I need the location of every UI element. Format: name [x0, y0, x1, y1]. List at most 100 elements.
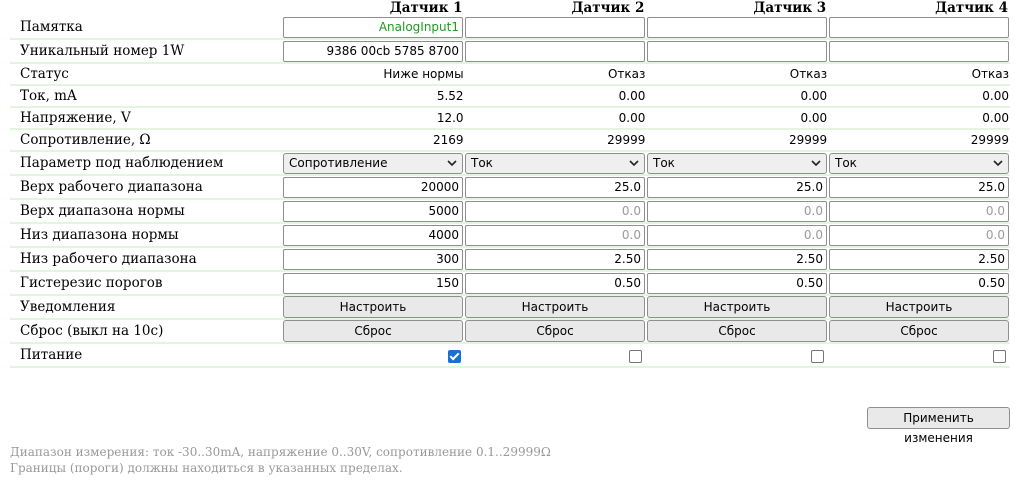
sensor-2-low-norm-input[interactable]: [465, 224, 645, 246]
notif-row: Уведомления Настроить Настроить Настроит…: [10, 296, 1010, 320]
sensor-1-resistance: 2169: [433, 133, 464, 147]
hyst-row: Гистерезис порогов: [10, 272, 1010, 296]
low-work-row: Низ рабочего диапазона: [10, 248, 1010, 272]
hyst-label: Гистерезис порогов: [20, 275, 163, 291]
sensor-2-top-norm-input[interactable]: [465, 200, 645, 222]
sensor-4-low-norm-input[interactable]: [829, 224, 1009, 246]
sensor-1-reset-button[interactable]: Сброс: [283, 320, 463, 342]
low-work-label: Низ рабочего диапазона: [20, 251, 197, 267]
sensor-2-param-select[interactable]: Ток: [465, 152, 645, 174]
sensor-1-status: Ниже нормы: [383, 67, 464, 81]
sensor-1-top-work-input[interactable]: [283, 176, 463, 198]
resistance-label: Сопротивление, Ω: [20, 132, 151, 148]
memo-row: Памятка: [10, 16, 1010, 40]
power-label: Питание: [20, 347, 83, 363]
sensor-4-param-value: Ток: [835, 156, 857, 170]
sensor-3-hyst-input[interactable]: [647, 272, 827, 294]
sensor-3-top-work-input[interactable]: [647, 176, 827, 198]
sensor-4-configure-button[interactable]: Настроить: [829, 296, 1009, 318]
header-row: Датчик 1 Датчик 2 Датчик 3 Датчик 4: [10, 0, 1010, 16]
sensor-4-hyst-input[interactable]: [829, 272, 1009, 294]
sensor-2-power-checkbox[interactable]: [629, 349, 643, 363]
sensor-2-top-work-input[interactable]: [465, 176, 645, 198]
sensor-3-resistance: 29999: [788, 133, 828, 147]
sensor-3-power-checkbox[interactable]: [811, 349, 825, 363]
sensor-4-current: 0.00: [982, 89, 1009, 103]
reset-row: Сброс (выкл на 10с) Сброс Сброс Сброс Сб…: [10, 320, 1010, 344]
sensor-4-top-norm-input[interactable]: [829, 200, 1009, 222]
sensor-3-memo-input[interactable]: [647, 16, 827, 38]
sensor-4-low-work-input[interactable]: [829, 248, 1009, 270]
sensor-3-voltage: 0.00: [800, 111, 828, 125]
sensor-4-resistance: 29999: [970, 133, 1009, 147]
sensor-1-low-work-input[interactable]: [283, 248, 463, 270]
sensor-4-power-checkbox[interactable]: [992, 349, 1006, 363]
sensor-3-param-select[interactable]: Ток: [647, 152, 827, 174]
sensor-2-reset-button[interactable]: Сброс: [465, 320, 645, 342]
voltage-row: Напряжение, V 12.0 0.00 0.00 0.00: [10, 108, 1010, 130]
chevron-down-icon: [993, 160, 1003, 167]
chevron-down-icon: [447, 160, 457, 167]
reset-label: Сброс (выкл на 10с): [20, 323, 164, 339]
sensor-3-top-norm-input[interactable]: [647, 200, 827, 222]
sensor-2-status: Отказ: [607, 67, 646, 81]
sensor-2-uid-input[interactable]: [465, 40, 645, 62]
top-norm-row: Верх диапазона нормы: [10, 200, 1010, 224]
current-label: Ток, mA: [20, 88, 77, 104]
sensor-4-reset-button[interactable]: Сброс: [829, 320, 1009, 342]
sensor-1-memo-input[interactable]: [283, 16, 463, 38]
sensor-2-resistance: 29999: [607, 133, 646, 147]
sensor-1-voltage: 12.0: [436, 111, 464, 125]
chevron-down-icon: [811, 160, 821, 167]
sensor-1-uid-input[interactable]: [283, 40, 463, 62]
measure-range-note: Диапазон измерения: ток -30..30mA, напря…: [10, 445, 551, 459]
resistance-row: Сопротивление, Ω 2169 29999 29999 29999: [10, 130, 1010, 152]
sensor-3-status: Отказ: [789, 67, 828, 81]
param-row: Параметр под наблюдением Сопротивление Т…: [10, 152, 1010, 176]
sensor-4-top-work-input[interactable]: [829, 176, 1009, 198]
voltage-label: Напряжение, V: [20, 110, 131, 126]
sensor-1-current: 5.52: [436, 89, 464, 103]
sensor-3-reset-button[interactable]: Сброс: [647, 320, 827, 342]
sensor-4-param-select[interactable]: Ток: [829, 152, 1009, 174]
sensor-1-hyst-input[interactable]: [283, 272, 463, 294]
current-row: Ток, mA 5.52 0.00 0.00 0.00: [10, 86, 1010, 108]
sensor-4-voltage: 0.00: [982, 111, 1009, 125]
sensor-4-uid-input[interactable]: [829, 40, 1009, 62]
sensor-1-configure-button[interactable]: Настроить: [283, 296, 463, 318]
sensor-4-memo-input[interactable]: [829, 16, 1009, 38]
apply-changes-button[interactable]: Применить изменения: [867, 407, 1010, 445]
power-row: Питание: [10, 344, 1010, 368]
sensor-3-low-work-input[interactable]: [647, 248, 827, 270]
status-label: Статус: [20, 66, 69, 82]
sensor-3-configure-button[interactable]: Настроить: [647, 296, 827, 318]
uid-label: Уникальный номер 1W: [20, 43, 185, 59]
sensor-2-memo-input[interactable]: [465, 16, 645, 38]
sensor-1-top-norm-input[interactable]: [283, 200, 463, 222]
sensor-1-low-norm-input[interactable]: [283, 224, 463, 246]
sensor-4-status: Отказ: [971, 67, 1009, 81]
sensor-2-configure-button[interactable]: Настроить: [465, 296, 645, 318]
sensor-1-param-select[interactable]: Сопротивление: [283, 152, 463, 174]
status-row: Статус Ниже нормы Отказ Отказ Отказ: [10, 64, 1010, 86]
low-norm-row: Низ диапазона нормы: [10, 224, 1010, 248]
param-label: Параметр под наблюдением: [20, 155, 224, 171]
notif-label: Уведомления: [20, 299, 116, 315]
sensor-1-power-checkbox[interactable]: [447, 349, 461, 363]
sensor-3-low-norm-input[interactable]: [647, 224, 827, 246]
sensor-1-param-value: Сопротивление: [289, 156, 388, 170]
chevron-down-icon: [629, 160, 639, 167]
sensor-2-param-value: Ток: [471, 156, 493, 170]
sensor-table: Датчик 1 Датчик 2 Датчик 3 Датчик 4 Памя…: [10, 0, 1010, 368]
uid-row: Уникальный номер 1W: [10, 40, 1010, 64]
sensor-2-low-work-input[interactable]: [465, 248, 645, 270]
memo-label: Памятка: [20, 19, 83, 35]
top-work-row: Верх рабочего диапазона: [10, 176, 1010, 200]
sensor-2-hyst-input[interactable]: [465, 272, 645, 294]
sensor-2-voltage: 0.00: [618, 111, 646, 125]
sensor-2-current: 0.00: [618, 89, 646, 103]
top-work-label: Верх рабочего диапазона: [20, 179, 203, 195]
thresholds-note: Границы (пороги) должны находиться в ука…: [10, 461, 403, 475]
sensor-3-current: 0.00: [800, 89, 828, 103]
sensor-3-uid-input[interactable]: [647, 40, 827, 62]
